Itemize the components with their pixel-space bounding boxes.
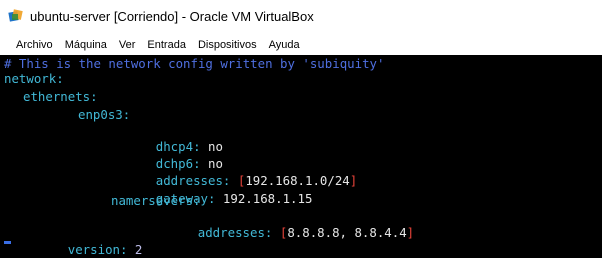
network-key: network: [4, 71, 64, 86]
interface-key: enp0s3: [78, 107, 131, 122]
menu-bar: Archivo Máquina Ver Entrada Dispositivos… [0, 35, 602, 55]
title-bar[interactable]: ubuntu-server [Corriendo] - Oracle VM Vi… [0, 0, 602, 32]
menu-archivo[interactable]: Archivo [0, 39, 59, 51]
menu-dispositivos[interactable]: Dispositivos [192, 39, 263, 51]
config-comment: # This is the network config written by … [4, 56, 385, 71]
virtualbox-icon [8, 9, 24, 23]
version-value: 2 [134, 242, 143, 257]
vm-console-screen[interactable]: # This is the network config written by … [0, 55, 602, 258]
window-title: ubuntu-server [Corriendo] - Oracle VM Vi… [30, 8, 314, 24]
dns-addresses-value: 8.8.8.8, 8.8.4.4 [287, 225, 407, 240]
menu-entrada[interactable]: Entrada [141, 39, 192, 51]
version-line: version: 2 [23, 227, 143, 257]
dns-addresses-key: addresses: [197, 225, 273, 240]
addresses-line: addresses: [192.168.1.0/24] [111, 158, 357, 188]
addresses-close-bracket: ] [349, 173, 358, 188]
gateway-value: 192.168.1.15 [222, 191, 313, 206]
menu-ver[interactable]: Ver [113, 39, 142, 51]
text-cursor [4, 241, 11, 244]
menu-ayuda[interactable]: Ayuda [263, 39, 306, 51]
dns-addresses-line: addresses: [8.8.8.8, 8.8.4.4] [153, 210, 414, 240]
version-key: version: [67, 242, 128, 257]
ethernets-key: ethernets: [23, 89, 98, 104]
gateway-line: gateway: 192.168.1.15 [111, 176, 313, 206]
nameservers-key: namersevers: [111, 193, 201, 208]
dhcp4-line: dhcp4: no [111, 124, 223, 154]
dhcp6-line: dchp6: no [111, 141, 223, 171]
menu-maquina[interactable]: Máquina [59, 39, 113, 51]
dns-close-bracket: ] [406, 225, 415, 240]
virtualbox-window: ubuntu-server [Corriendo] - Oracle VM Vi… [0, 0, 602, 258]
